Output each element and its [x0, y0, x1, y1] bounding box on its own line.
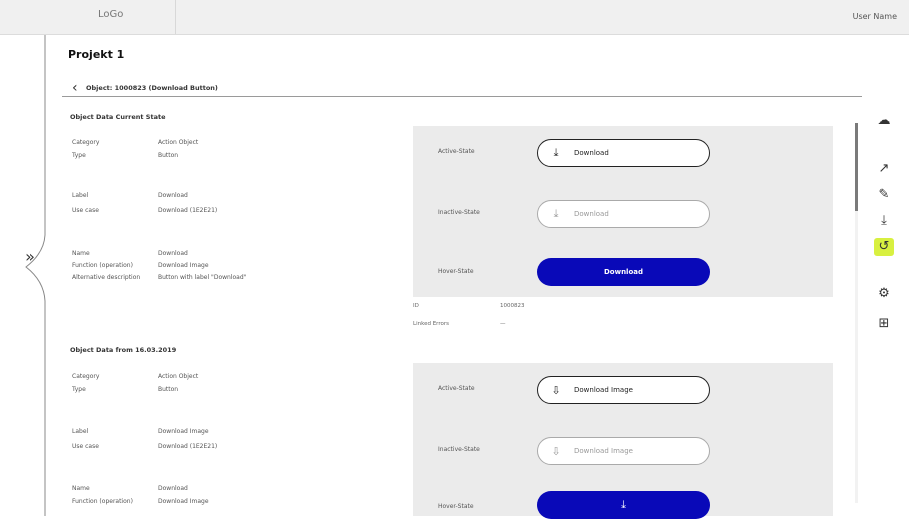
open-external-button[interactable]: ↗: [874, 160, 894, 178]
sidebar-edge: [25, 35, 46, 516]
user-name[interactable]: User Name: [853, 12, 897, 21]
back-button[interactable]: ‹: [72, 80, 78, 96]
download-button[interactable]: ⤓: [874, 212, 894, 230]
state-label-inactive: Inactive-State: [438, 209, 480, 216]
download-icon: ⇩: [551, 444, 561, 458]
add-square-icon: ⊞: [878, 316, 890, 331]
divider: [62, 96, 862, 97]
prop-value: Button with label "Download": [158, 274, 247, 281]
prop-key: Use case: [72, 443, 99, 450]
edit-button[interactable]: ✎: [874, 186, 894, 204]
prop-value: Download: [158, 250, 188, 257]
download-icon: ⤓: [553, 207, 559, 220]
state-label-inactive: Inactive-State: [438, 446, 480, 453]
prop-value: Action Object: [158, 139, 199, 146]
download-icon: ⇩: [551, 383, 561, 397]
pencil-icon: ✎: [878, 187, 890, 202]
expand-sidebar-button[interactable]: »: [20, 248, 40, 266]
prop-value: Action Object: [158, 373, 199, 380]
meta-key: ID: [413, 303, 419, 309]
prop-key: Use case: [72, 207, 99, 214]
cloud-upload-icon: ☁: [877, 113, 891, 128]
logo-divider: [175, 0, 176, 34]
prop-value: Download Image: [158, 498, 209, 505]
download-image-button-hover[interactable]: ⤓: [537, 491, 710, 519]
button-label: Download Image: [574, 386, 633, 394]
prop-value: Button: [158, 386, 179, 393]
meta-key: Linked Errors: [413, 321, 449, 327]
prop-key: Label: [72, 428, 89, 435]
button-label: Download: [574, 149, 609, 157]
prop-value: Download (1E2E21): [158, 443, 218, 450]
history-icon: ↺: [878, 239, 890, 254]
download-icon: ⤓: [553, 146, 559, 159]
button-states-panel: Active-State ⤓ Download Inactive-State ⤓…: [413, 126, 833, 297]
logo: LoGo: [98, 9, 124, 20]
settings-icon: ⚙: [878, 286, 890, 301]
settings-button[interactable]: ⚙: [874, 285, 894, 303]
prop-key: Type: [72, 386, 86, 393]
state-label-hover: Hover-State: [438, 503, 474, 510]
prop-value: Download Image: [158, 428, 209, 435]
chevron-left-icon: ‹: [72, 80, 78, 96]
prop-key: Category: [72, 139, 100, 146]
prop-value: Download Image: [158, 262, 209, 269]
download-image-button-active[interactable]: ⇩ Download Image: [537, 376, 710, 404]
download-button-hover[interactable]: Download: [537, 258, 710, 286]
scrollbar-thumb[interactable]: [855, 123, 858, 211]
section-title-current: Object Data Current State: [70, 113, 166, 121]
meta-value: —: [500, 321, 506, 327]
prop-value: Download: [158, 192, 188, 199]
state-label-hover: Hover-State: [438, 268, 474, 275]
button-states-panel-history: Active-State ⇩ Download Image Inactive-S…: [413, 363, 833, 519]
download-icon: ⤓: [881, 213, 887, 228]
button-label: Download: [574, 210, 609, 218]
left-sidebar-rail: [0, 35, 48, 516]
state-label-active: Active-State: [438, 385, 475, 392]
section-title-history: Object Data from 16.03.2019: [70, 346, 177, 354]
prop-key: Type: [72, 152, 86, 159]
prop-value: Download: [158, 485, 188, 492]
download-button-active[interactable]: ⤓ Download: [537, 139, 710, 167]
double-chevron-right-icon: »: [25, 247, 35, 266]
prop-key: Category: [72, 373, 100, 380]
prop-value: Download (1E2E21): [158, 207, 218, 214]
prop-value: Button: [158, 152, 179, 159]
prop-key: Function (operation): [72, 262, 133, 269]
prop-key: Name: [72, 250, 90, 257]
prop-key: Label: [72, 192, 89, 199]
button-label: Download Image: [574, 447, 633, 455]
external-link-icon: ↗: [878, 161, 890, 176]
breadcrumb: Object: 1000823 (Download Button): [86, 84, 218, 92]
meta-value: 1000823: [500, 303, 525, 309]
top-bar: LoGo User Name: [0, 0, 909, 35]
cloud-upload-button[interactable]: ☁: [874, 112, 894, 130]
button-label: Download: [603, 268, 643, 276]
prop-key: Name: [72, 485, 90, 492]
state-label-active: Active-State: [438, 148, 475, 155]
download-button-inactive[interactable]: ⤓ Download: [537, 200, 710, 228]
page-title: Projekt 1: [68, 48, 125, 61]
add-button[interactable]: ⊞: [874, 315, 894, 333]
download-icon: ⤓: [621, 498, 626, 511]
download-image-button-inactive[interactable]: ⇩ Download Image: [537, 437, 710, 465]
history-button[interactable]: ↺: [874, 238, 894, 256]
prop-key: Alternative description: [72, 274, 141, 281]
prop-key: Function (operation): [72, 498, 133, 505]
